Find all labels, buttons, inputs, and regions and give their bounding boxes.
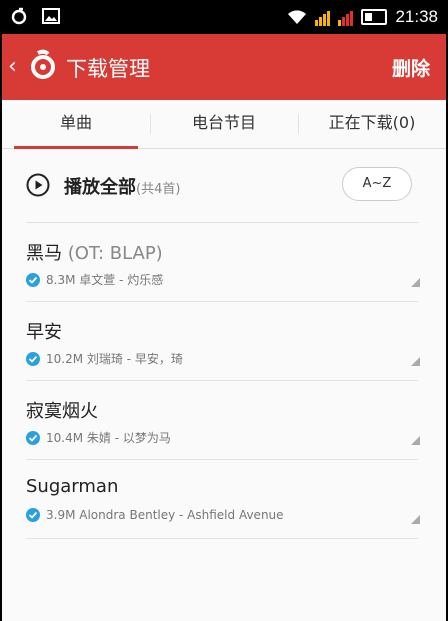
song-artist-album: Alondra Bentley - Ashfield Avenue <box>79 508 284 522</box>
app-header: ‹ 下载管理 删除 <box>2 34 446 100</box>
downloaded-check-icon <box>26 351 40 366</box>
netease-music-logo-icon[interactable] <box>26 48 60 82</box>
more-options-icon[interactable] <box>411 436 420 445</box>
back-icon[interactable]: ‹ <box>8 54 17 79</box>
song-title: 黑马 (OT: BLAP) <box>26 239 163 265</box>
more-options-icon[interactable] <box>411 278 420 287</box>
song-size: 3.9M <box>46 508 76 522</box>
more-options-icon[interactable] <box>411 515 420 524</box>
song-list-item[interactable]: Sugarman 3.9M Alondra Bentley - Ashfield… <box>2 460 446 538</box>
downloaded-check-icon <box>26 430 40 445</box>
song-title: Sugarman <box>26 476 119 497</box>
app-frame: 21:38 ‹ 下载管理 删除 单曲 电台节目 正在下载(0) 播放全部(共4首… <box>2 2 446 621</box>
tab-downloading[interactable]: 正在下载(0) <box>298 100 446 148</box>
song-meta: 10.2M 刘瑞琦 - 早安，琦 <box>26 350 183 367</box>
song-meta: 8.3M 卓文萱 - 灼乐感 <box>26 271 163 288</box>
wifi-icon <box>288 10 307 24</box>
song-meta: 10.4M 朱婧 - 以梦为马 <box>26 429 171 446</box>
downloaded-check-icon <box>26 272 40 287</box>
song-size: 10.2M <box>46 351 84 366</box>
song-artist-album: 卓文萱 - 灼乐感 <box>79 273 164 287</box>
status-time: 21:38 <box>395 7 438 26</box>
signal-strength-icon-2 <box>338 8 354 26</box>
delete-button[interactable]: 删除 <box>392 54 430 81</box>
song-size: 10.4M <box>46 430 84 445</box>
play-all-label[interactable]: 播放全部(共4首) <box>64 173 180 199</box>
netease-notification-icon <box>11 7 27 25</box>
play-all-row[interactable]: 播放全部(共4首) A~Z <box>2 149 446 223</box>
image-notification-icon <box>42 8 60 24</box>
song-list-item[interactable]: 黑马 (OT: BLAP) 8.3M 卓文萱 - 灼乐感 <box>2 223 446 301</box>
divider <box>26 538 418 539</box>
tab-bar: 单曲 电台节目 正在下载(0) <box>2 100 446 149</box>
play-all-text: 播放全部 <box>64 177 136 198</box>
song-list-item[interactable]: 早安 10.2M 刘瑞琦 - 早安，琦 <box>2 302 446 380</box>
song-alias: (OT: BLAP) <box>67 243 163 264</box>
song-meta: 3.9M Alondra Bentley - Ashfield Avenue <box>26 508 284 522</box>
play-circle-icon[interactable] <box>26 173 50 197</box>
song-title-text: 黑马 <box>26 243 62 264</box>
song-count: (共4首) <box>136 182 181 197</box>
song-artist-album: 刘瑞琦 - 早安，琦 <box>86 352 183 366</box>
tab-radio-programs[interactable]: 电台节目 <box>150 100 298 148</box>
song-title: 早安 <box>26 322 62 343</box>
more-options-icon[interactable] <box>411 357 420 366</box>
song-list-item[interactable]: 寂寞烟火 10.4M 朱婧 - 以梦为马 <box>2 381 446 459</box>
battery-icon <box>361 9 388 25</box>
downloaded-check-icon <box>26 508 40 522</box>
page-title: 下载管理 <box>66 57 150 81</box>
song-title: 寂寞烟火 <box>26 401 98 422</box>
sort-az-button[interactable]: A~Z <box>342 167 412 201</box>
song-size: 8.3M <box>46 272 76 287</box>
song-artist-album: 朱婧 - 以梦为马 <box>86 431 171 445</box>
status-bar: 21:38 <box>2 2 446 34</box>
tab-singles[interactable]: 单曲 <box>2 100 150 149</box>
signal-strength-icon-1 <box>315 8 331 26</box>
